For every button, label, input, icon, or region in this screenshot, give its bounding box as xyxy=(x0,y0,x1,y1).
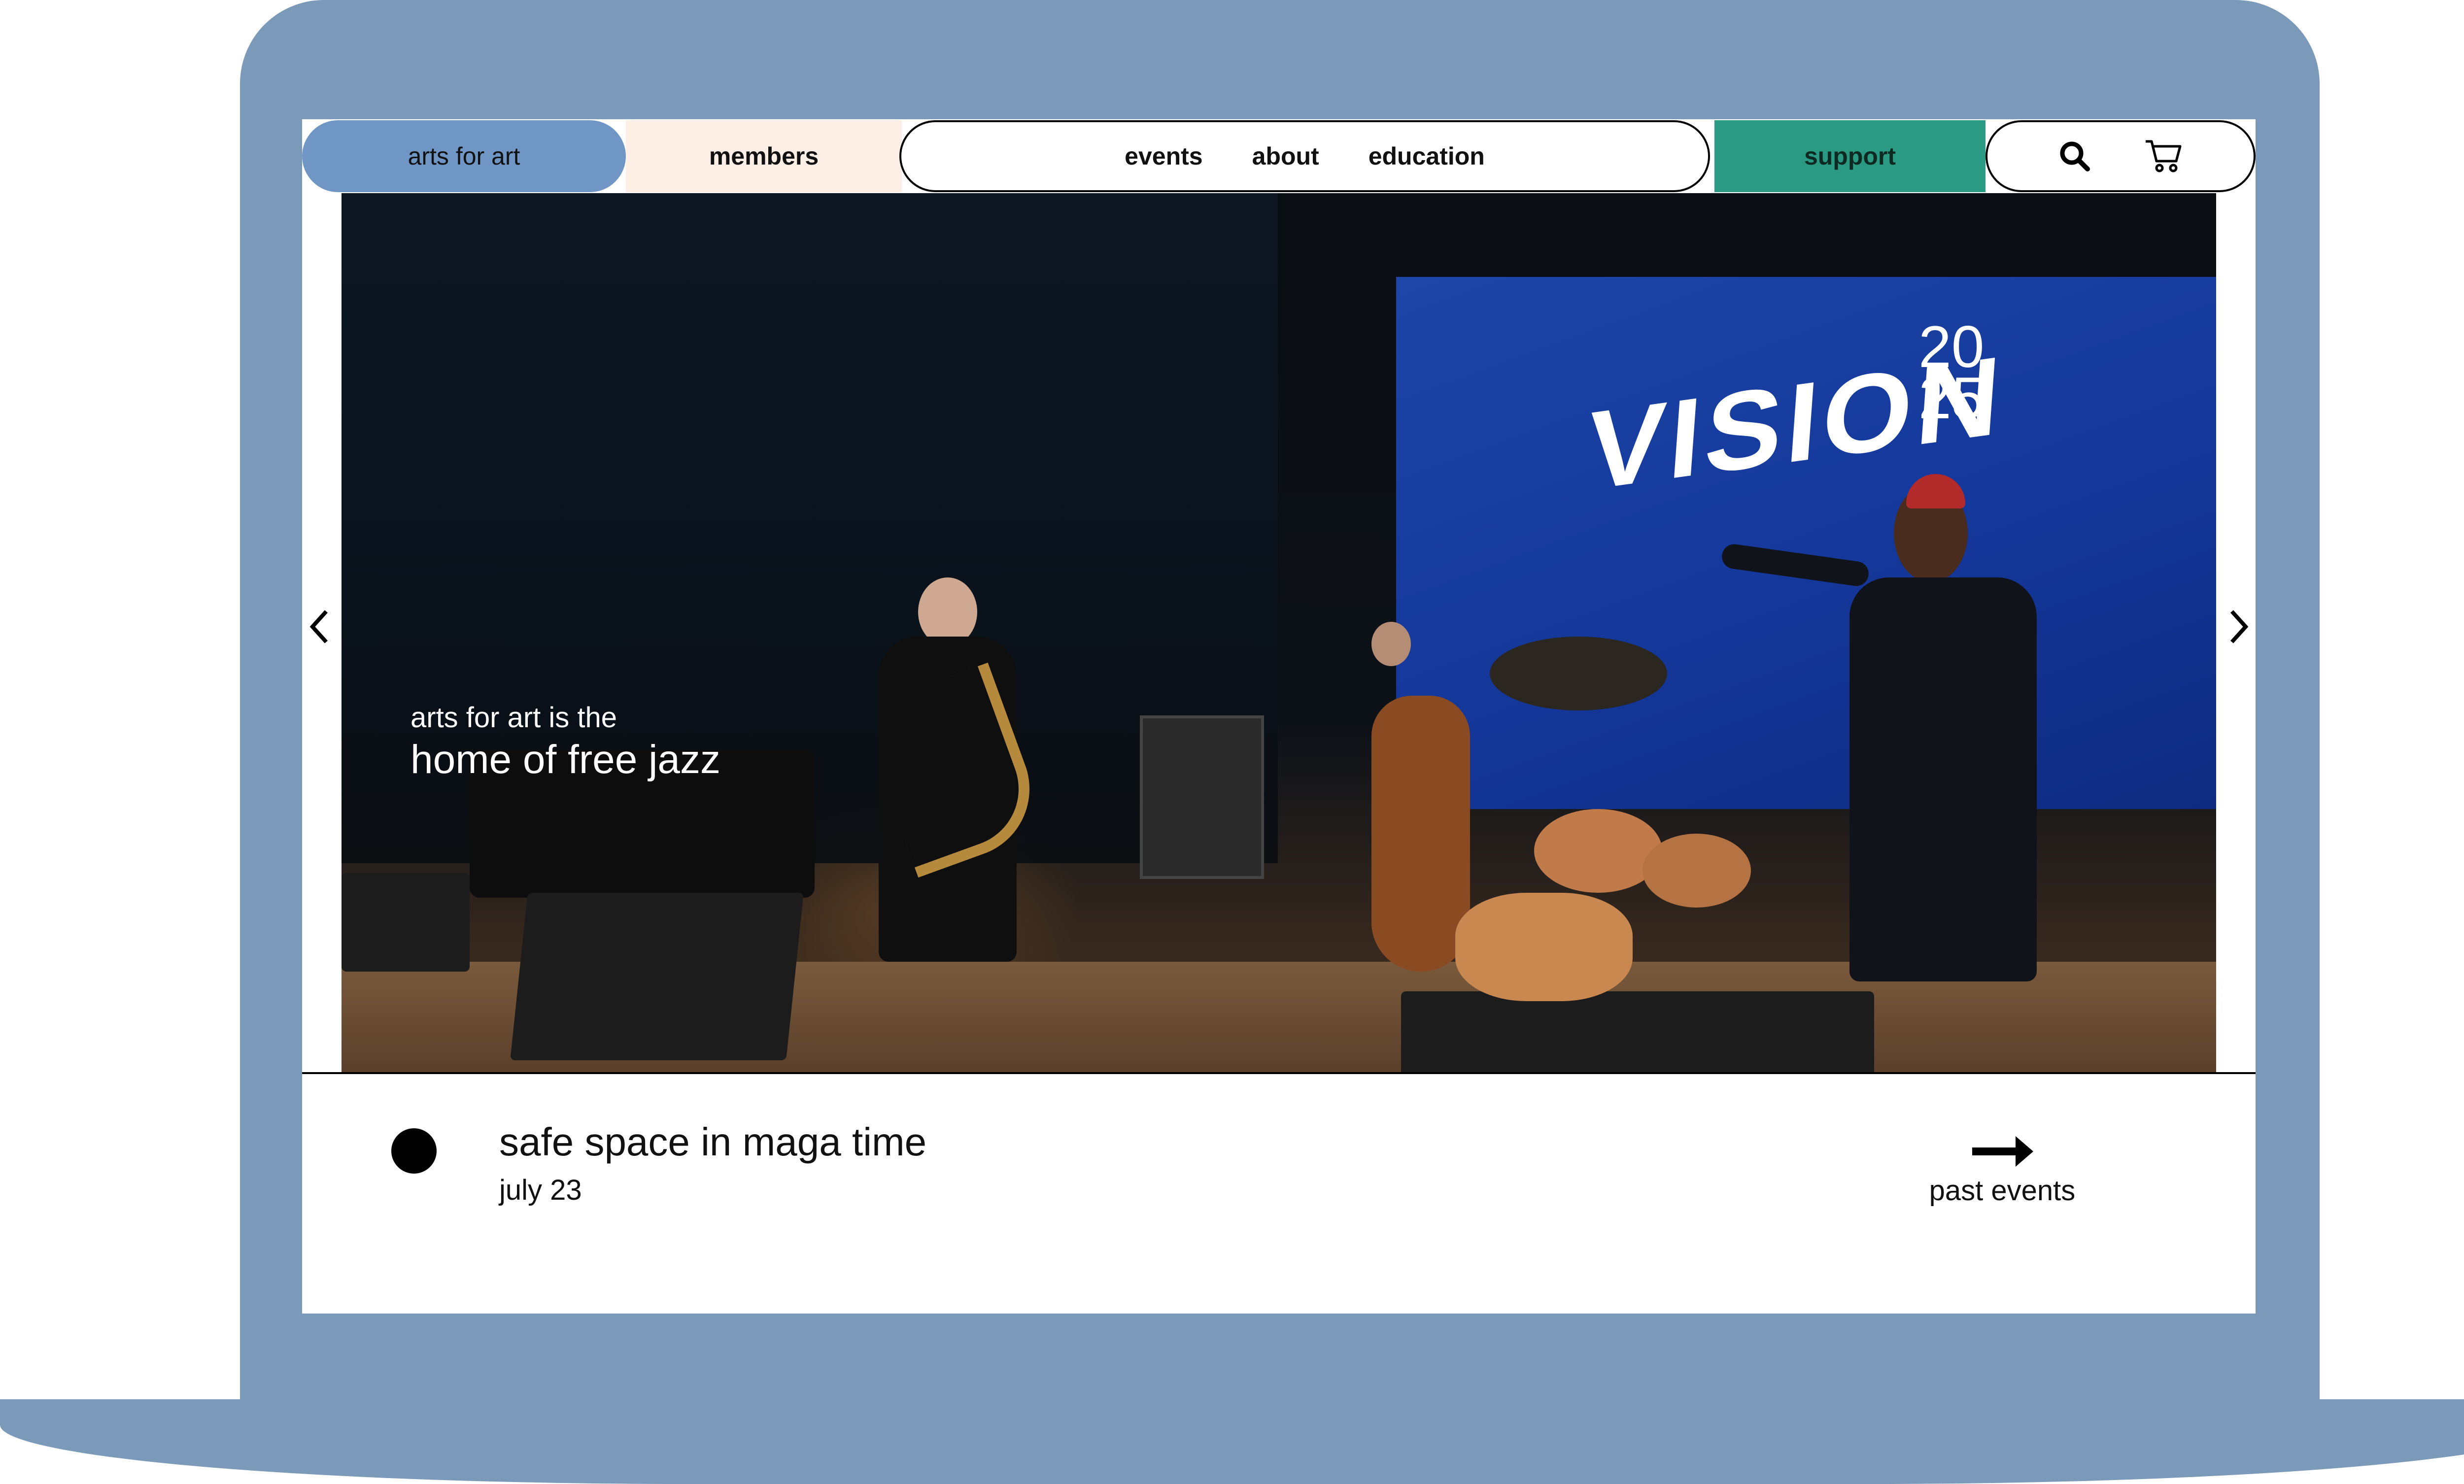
bassist-head xyxy=(1371,622,1411,666)
nav-support[interactable]: support xyxy=(1714,120,1985,192)
event-bullet xyxy=(391,1128,437,1174)
vision-logo: VISION 20 25 xyxy=(1583,317,2027,514)
cymbal xyxy=(1490,637,1667,710)
nav-members[interactable]: members xyxy=(626,120,902,192)
hero-caption-small: arts for art is the xyxy=(411,702,617,734)
logo-link[interactable]: arts for art xyxy=(302,120,626,192)
monitor-speaker-right xyxy=(1401,991,1874,1073)
chevron-right-icon xyxy=(2230,610,2249,643)
laptop-base xyxy=(0,1399,2464,1484)
hero-divider xyxy=(302,1072,2256,1074)
chevron-left-icon xyxy=(309,610,328,643)
stage-box xyxy=(342,873,470,972)
past-events-link[interactable]: past events xyxy=(1899,1134,2106,1211)
monitor-speaker-left xyxy=(510,893,804,1060)
event-title[interactable]: safe space in maga time xyxy=(499,1119,926,1165)
nav-tools xyxy=(1985,120,2256,192)
logo-label: arts for art xyxy=(408,142,520,170)
top-nav: arts for art members events about educat… xyxy=(302,119,2256,193)
amplifier xyxy=(1140,715,1264,879)
arrow-right-icon xyxy=(1899,1134,2106,1171)
singer-body xyxy=(1849,577,2037,981)
past-events-label: past events xyxy=(1929,1175,2076,1207)
hero-caption: arts for art is the home of free jazz xyxy=(411,701,720,784)
nav-education[interactable]: education xyxy=(1369,142,1485,170)
tom-drum xyxy=(1643,834,1751,908)
snare-drum xyxy=(1534,809,1662,893)
vision-year: 20 25 xyxy=(1918,317,1984,428)
carousel-next-button[interactable] xyxy=(2224,610,2254,643)
vision-year-bottom: 25 xyxy=(1918,365,1985,431)
nav-events[interactable]: events xyxy=(1125,142,1202,170)
hero-image: VISION 20 25 arts for art is the home of… xyxy=(342,193,2216,1073)
support-label: support xyxy=(1804,142,1896,170)
event-date: july 23 xyxy=(499,1174,582,1206)
cart-icon[interactable] xyxy=(2145,138,2182,174)
nav-main-links: events about education xyxy=(899,120,1710,192)
members-label: members xyxy=(709,142,819,170)
bass-drum xyxy=(1455,893,1633,1001)
hero-caption-large: home of free jazz xyxy=(411,737,720,782)
browser-viewport: arts for art members events about educat… xyxy=(302,119,2256,1314)
carousel-prev-button[interactable] xyxy=(305,610,334,643)
search-icon[interactable] xyxy=(2059,140,2090,172)
nav-about[interactable]: about xyxy=(1252,142,1319,170)
saxophonist-head xyxy=(918,577,977,646)
upright-bass xyxy=(1371,696,1470,972)
